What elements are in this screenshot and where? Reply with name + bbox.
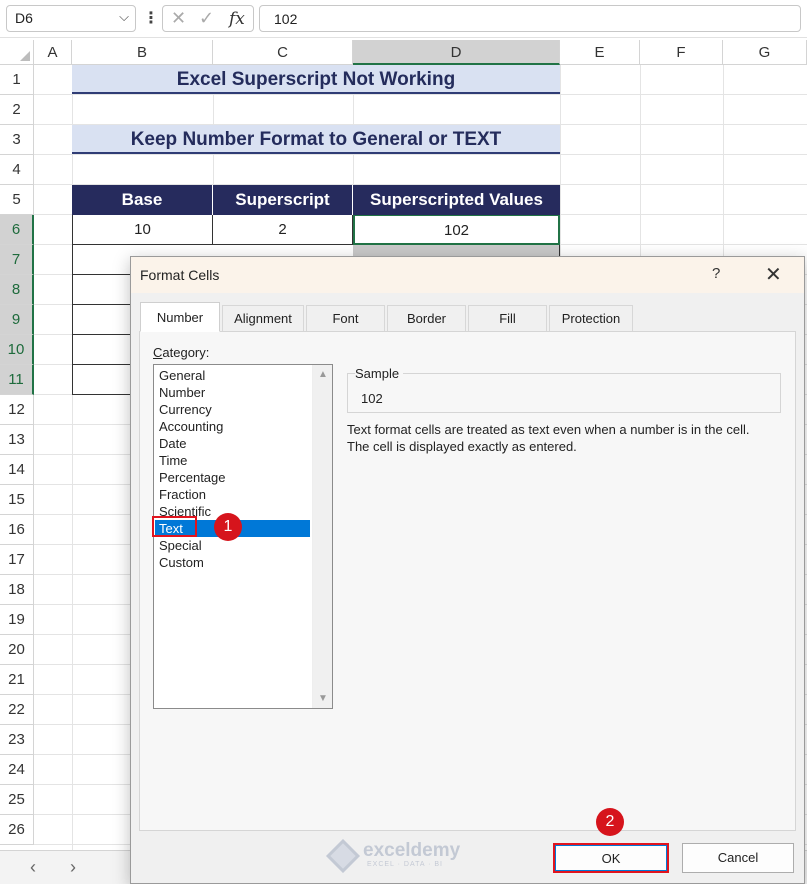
scroll-down-icon[interactable]: ▼ (318, 693, 328, 704)
row-header-13[interactable]: 13 (0, 425, 34, 455)
row-header-15[interactable]: 15 (0, 485, 34, 515)
row-header-2[interactable]: 2 (0, 95, 34, 125)
row-header-19[interactable]: 19 (0, 605, 34, 635)
row-header-4[interactable]: 4 (0, 155, 34, 185)
category-label: Category: (153, 345, 210, 360)
row-header-5[interactable]: 5 (0, 185, 34, 215)
row-header-25[interactable]: 25 (0, 785, 34, 815)
row-header-20[interactable]: 20 (0, 635, 34, 665)
tab-number[interactable]: Number (140, 302, 220, 332)
row-header-23[interactable]: 23 (0, 725, 34, 755)
cancel-button[interactable]: Cancel (682, 843, 794, 873)
prev-sheet-icon[interactable]: ‹ (30, 857, 36, 878)
table-header-superscripted-values[interactable]: Superscripted Values (353, 185, 560, 215)
exceldemy-logo-icon (326, 839, 360, 873)
tab-font[interactable]: Font (306, 305, 385, 331)
row-header-7[interactable]: 7 (0, 245, 34, 275)
category-item-currency[interactable]: Currency (155, 401, 310, 418)
sample-label: Sample (355, 366, 404, 381)
column-header-e[interactable]: E (560, 40, 640, 65)
category-item-date[interactable]: Date (155, 435, 310, 452)
chevron-down-icon[interactable]: ⌵ (119, 9, 129, 25)
next-sheet-icon[interactable]: › (70, 857, 76, 878)
column-header-b[interactable]: B (72, 40, 213, 65)
row-header-16[interactable]: 16 (0, 515, 34, 545)
name-box-value: D6 (15, 10, 33, 26)
category-scrollbar[interactable]: ▲ ▼ (312, 365, 332, 708)
row-header-26[interactable]: 26 (0, 815, 34, 845)
format-cells-dialog: Format Cells ? ✕ Number Alignment Font B… (130, 256, 805, 884)
tab-protection[interactable]: Protection (549, 305, 633, 331)
category-item-time[interactable]: Time (155, 452, 310, 469)
row-header-18[interactable]: 18 (0, 575, 34, 605)
table-header-base[interactable]: Base (72, 185, 213, 215)
category-item-accounting[interactable]: Accounting (155, 418, 310, 435)
more-options-icon[interactable]: ⋮ (143, 8, 159, 28)
tab-fill[interactable]: Fill (468, 305, 547, 331)
row-header-1[interactable]: 1 (0, 65, 34, 95)
table-cell-d6[interactable]: 102 (353, 215, 560, 245)
category-item-percentage[interactable]: Percentage (155, 469, 310, 486)
row-header-21[interactable]: 21 (0, 665, 34, 695)
step-2-badge: 2 (596, 808, 624, 836)
sheet-title: Excel Superscript Not Working (72, 65, 560, 94)
table-cell-c6[interactable]: 2 (213, 215, 353, 245)
tab-border[interactable]: Border (387, 305, 466, 331)
select-all-corner[interactable] (0, 40, 34, 65)
text-highlight-box (152, 516, 197, 537)
tab-alignment[interactable]: Alignment (222, 305, 304, 331)
category-item-number[interactable]: Number (155, 384, 310, 401)
category-item-general[interactable]: General (155, 367, 310, 384)
close-icon[interactable]: ✕ (765, 262, 782, 287)
row-header-22[interactable]: 22 (0, 695, 34, 725)
column-header-f[interactable]: F (640, 40, 723, 65)
row-header-12[interactable]: 12 (0, 395, 34, 425)
sheet-subtitle: Keep Number Format to General or TEXT (72, 125, 560, 154)
sample-box (347, 373, 781, 413)
table-cell-b6[interactable]: 10 (72, 215, 213, 245)
dialog-title: Format Cells (140, 267, 220, 283)
formula-icons: ✕ ✓ fx (162, 5, 254, 32)
column-header-a[interactable]: A (34, 40, 72, 65)
column-header-g[interactable]: G (723, 40, 807, 65)
row-header-14[interactable]: 14 (0, 455, 34, 485)
ok-button[interactable]: OK (553, 843, 669, 873)
column-header-d[interactable]: D (353, 40, 560, 65)
dialog-titlebar: Format Cells ? ✕ (131, 257, 804, 293)
sample-value: 102 (361, 391, 383, 406)
formula-bar: D6 ⌵ ⋮ ✕ ✓ fx 102 (0, 0, 807, 38)
category-item-fraction[interactable]: Fraction (155, 486, 310, 503)
row-header-11[interactable]: 11 (0, 365, 34, 395)
name-box[interactable]: D6 ⌵ (6, 5, 136, 32)
row-header-24[interactable]: 24 (0, 755, 34, 785)
row-header-10[interactable]: 10 (0, 335, 34, 365)
step-1-badge: 1 (214, 513, 242, 541)
row-header-6[interactable]: 6 (0, 215, 34, 245)
enter-icon[interactable]: ✓ (199, 8, 214, 29)
row-header-8[interactable]: 8 (0, 275, 34, 305)
row-header-9[interactable]: 9 (0, 305, 34, 335)
row-header-3[interactable]: 3 (0, 125, 34, 155)
category-item-custom[interactable]: Custom (155, 554, 310, 571)
format-description: Text format cells are treated as text ev… (347, 422, 750, 454)
table-header-superscript[interactable]: Superscript (213, 185, 353, 215)
excel-window: D6 ⌵ ⋮ ✕ ✓ fx 102 A B C D E F G 12345678… (0, 0, 807, 884)
column-header-c[interactable]: C (213, 40, 353, 65)
formula-input[interactable]: 102 (259, 5, 801, 32)
row-header-17[interactable]: 17 (0, 545, 34, 575)
exceldemy-watermark: exceldemy EXCEL · DATA · BI (326, 839, 481, 873)
function-icon[interactable]: fx (229, 9, 245, 29)
cancel-icon[interactable]: ✕ (171, 8, 186, 29)
help-icon[interactable]: ? (712, 265, 720, 282)
scroll-up-icon[interactable]: ▲ (318, 369, 328, 380)
